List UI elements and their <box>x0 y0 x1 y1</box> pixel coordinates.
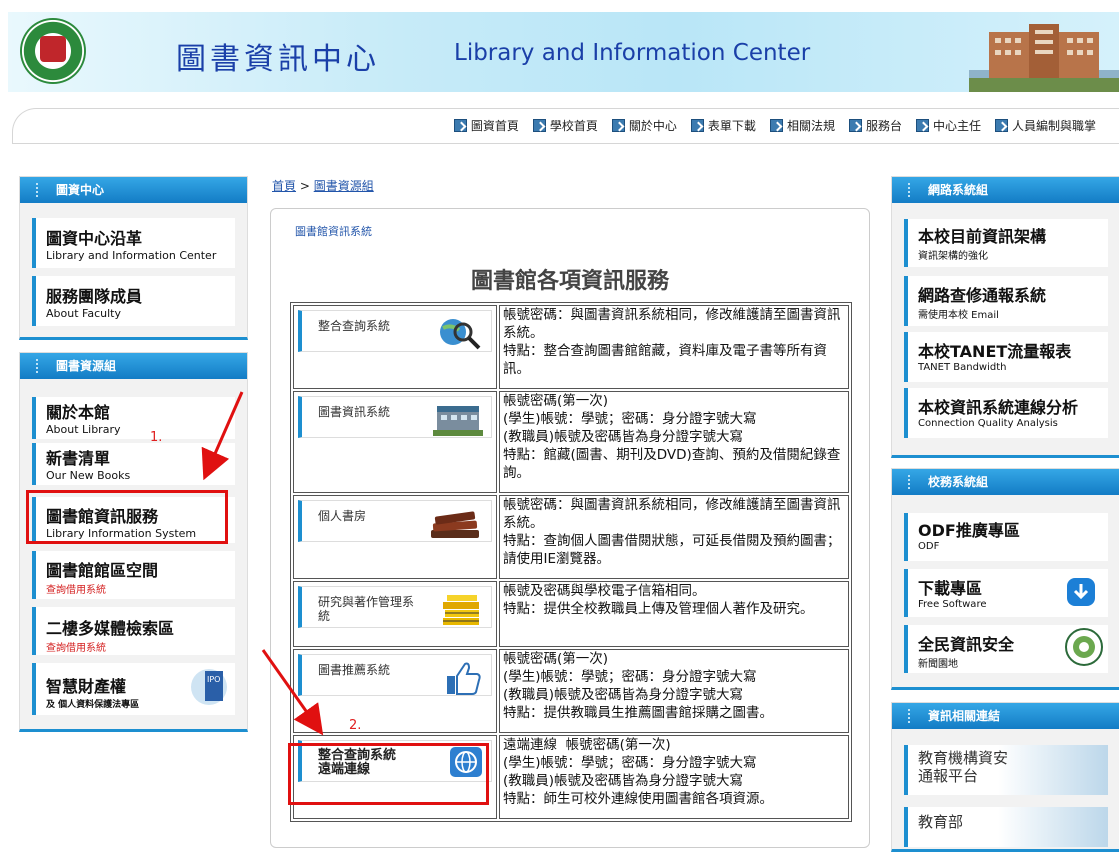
row-description: 帳號密碼：與圖書資訊系統相同，修改維護請至圖書資訊系統。 特點：整合查詢圖書館館… <box>499 305 849 389</box>
menu-item-about-library[interactable]: 關於本館 About Library <box>32 397 235 439</box>
download-icon <box>1067 578 1095 606</box>
panel-header: 圖資中心 <box>20 177 247 203</box>
arrow-box-icon <box>769 119 783 132</box>
row-description: 帳號密碼(第一次) (學生)帳號：學號；密碼：身分證字號大寫 (教職員)帳號及密… <box>499 391 849 493</box>
highlight-box-2 <box>288 743 489 805</box>
left-panel-info-center: 圖資中心 圖資中心沿革 Library and Information Cent… <box>19 176 248 340</box>
link-ministry-education[interactable]: 教育部 <box>904 807 1108 847</box>
menu-item-new-books[interactable]: 新書清單 Our New Books <box>32 443 235 485</box>
row-description: 帳號密碼(第一次) (學生)帳號：學號；密碼：身分證字號大寫 (教職員)帳號及密… <box>499 649 849 733</box>
menu-item-ip-rights[interactable]: 智慧財產權 及 個人資料保護法專區 IPO <box>32 663 235 715</box>
arrow-box-icon <box>994 119 1008 132</box>
menu-item-info-security[interactable]: 全民資訊安全 新聞園地 <box>904 625 1108 673</box>
ipo-badge-icon: IPO <box>191 669 227 705</box>
arrow-box-icon <box>848 119 862 132</box>
library-building-icon <box>433 406 483 436</box>
arrow-box-icon <box>611 119 625 132</box>
menu-item-network-report[interactable]: 網路查修通報系統 需使用本校 Email <box>904 276 1108 326</box>
books-stack-icon <box>431 511 479 538</box>
menu-item-connection-analysis[interactable]: 本校資訊系統連線分析 Connection Quality Analysis <box>904 388 1108 438</box>
thumbs-up-icon <box>447 662 481 695</box>
breadcrumb-current[interactable]: 圖書資源組 <box>314 179 374 193</box>
page-title: 圖書館各項資訊服務 <box>470 269 669 294</box>
breadcrumb: 首頁 > 圖書資源組 <box>272 179 374 193</box>
ministry-seal-icon <box>1065 628 1103 666</box>
nav-about[interactable]: 關於中心 <box>611 117 677 134</box>
library-info-system-button[interactable]: 圖書資訊系統 <box>298 396 492 438</box>
table-row: 整合查詢系統 帳號密碼：與圖書資訊系統相同，修改維護請至圖書資訊系統。 特點：整… <box>293 305 849 389</box>
right-panel-network: 網路系統組 本校目前資訊架構 資訊架構的強化 網路查修通報系統 需使用本校 Em… <box>891 176 1119 458</box>
breadcrumb-home[interactable]: 首頁 <box>272 179 296 193</box>
table-row: 個人書房 帳號密碼：與圖書資訊系統相同，修改維護請至圖書資訊系統。 特點：查詢個… <box>293 495 849 579</box>
row-description: 帳號及密碼與學校電子信箱相同。 特點：提供全校教職員上傳及管理個人著作及研究。 <box>499 581 849 647</box>
book-recommend-button[interactable]: 圖書推薦系統 <box>298 654 492 696</box>
menu-item-it-architecture[interactable]: 本校目前資訊架構 資訊架構的強化 <box>904 219 1108 267</box>
highlight-box-1 <box>26 490 228 544</box>
building-photo <box>969 24 1119 92</box>
arrow-box-icon <box>453 119 467 132</box>
panel-header: 校務系統組 <box>892 469 1119 495</box>
table-row: 研究與著作管理系統 帳號及密碼與學校電子信箱相同。 特點：提供全校教職員上傳及管… <box>293 581 849 647</box>
nav-library-home[interactable]: 圖資首頁 <box>453 117 519 134</box>
annotation-2: 2. <box>349 718 362 733</box>
menu-item-tanet-bandwidth[interactable]: 本校TANET流量報表 TANET Bandwidth <box>904 332 1108 382</box>
nav-regulations[interactable]: 相關法規 <box>769 117 835 134</box>
nav-staff[interactable]: 人員編制與職掌 <box>994 117 1096 134</box>
panel-header: 資訊相關連結 <box>892 703 1119 729</box>
menu-item-odf[interactable]: ODF推廣專區 ODF <box>904 513 1108 561</box>
panel-header: 網路系統組 <box>892 177 1119 203</box>
globe-search-icon <box>440 319 481 350</box>
banner-title-zh: 圖書資訊中心 <box>176 42 380 77</box>
banner-title-en: Library and Information Center <box>454 40 811 66</box>
menu-item-faculty[interactable]: 服務團隊成員 About Faculty <box>32 276 235 326</box>
svg-text:IPO: IPO <box>207 675 220 684</box>
arrow-box-icon <box>915 119 929 132</box>
menu-item-multimedia-area[interactable]: 二樓多媒體檢索區 查詢借用系統 <box>32 607 235 655</box>
school-logo[interactable] <box>20 18 86 84</box>
panel-header: 圖書資源組 <box>20 353 247 379</box>
arrow-box-icon <box>690 119 704 132</box>
right-panel-affairs: 校務系統組 ODF推廣專區 ODF 下載專區 Free Software 全民資… <box>891 468 1119 690</box>
nav-director[interactable]: 中心主任 <box>915 117 981 134</box>
nav-service-desk[interactable]: 服務台 <box>848 117 902 134</box>
arrow-box-icon <box>532 119 546 132</box>
nav-school-home[interactable]: 學校首頁 <box>532 117 598 134</box>
link-security-platform[interactable]: 教育機構資安 通報平台 <box>904 745 1108 795</box>
menu-item-library-space[interactable]: 圖書館館區空間 查詢借用系統 <box>32 551 235 599</box>
menu-item-downloads[interactable]: 下載專區 Free Software <box>904 569 1108 617</box>
row-description: 帳號密碼：與圖書資訊系統相同，修改維護請至圖書資訊系統。 特點：查詢個人圖書借閱… <box>499 495 849 579</box>
top-navigation: 圖資首頁 學校首頁 關於中心 表單下載 相關法規 服務台 中心主任 人員編制與職… <box>12 108 1119 144</box>
integrated-search-button[interactable]: 整合查詢系統 <box>298 310 492 352</box>
yellow-books-icon <box>443 595 479 625</box>
right-panel-links: 資訊相關連結 教育機構資安 通報平台 教育部 <box>891 702 1119 852</box>
table-row: 圖書推薦系統 帳號密碼(第一次) (學生)帳號：學號；密碼：身分證字號大寫 (教… <box>293 649 849 733</box>
menu-item-history[interactable]: 圖資中心沿革 Library and Information Center <box>32 218 235 268</box>
personal-bookshelf-button[interactable]: 個人書房 <box>298 500 492 542</box>
nav-forms[interactable]: 表單下載 <box>690 117 756 134</box>
table-row: 圖書資訊系統 帳號密碼(第一次) (學生)帳號：學號；密碼：身分證字號大寫 (教… <box>293 391 849 493</box>
research-management-button[interactable]: 研究與著作管理系統 <box>298 586 492 628</box>
annotation-1: 1. <box>150 430 163 445</box>
gear-icon <box>40 36 66 62</box>
row-description: 遠端連線 帳號密碼(第一次) (學生)帳號：學號；密碼：身分證字號大寫 (教職員… <box>499 735 849 819</box>
system-link[interactable]: 圖書館資訊系統 <box>295 223 372 239</box>
site-banner: 圖書資訊中心 Library and Information Center <box>8 12 1119 92</box>
